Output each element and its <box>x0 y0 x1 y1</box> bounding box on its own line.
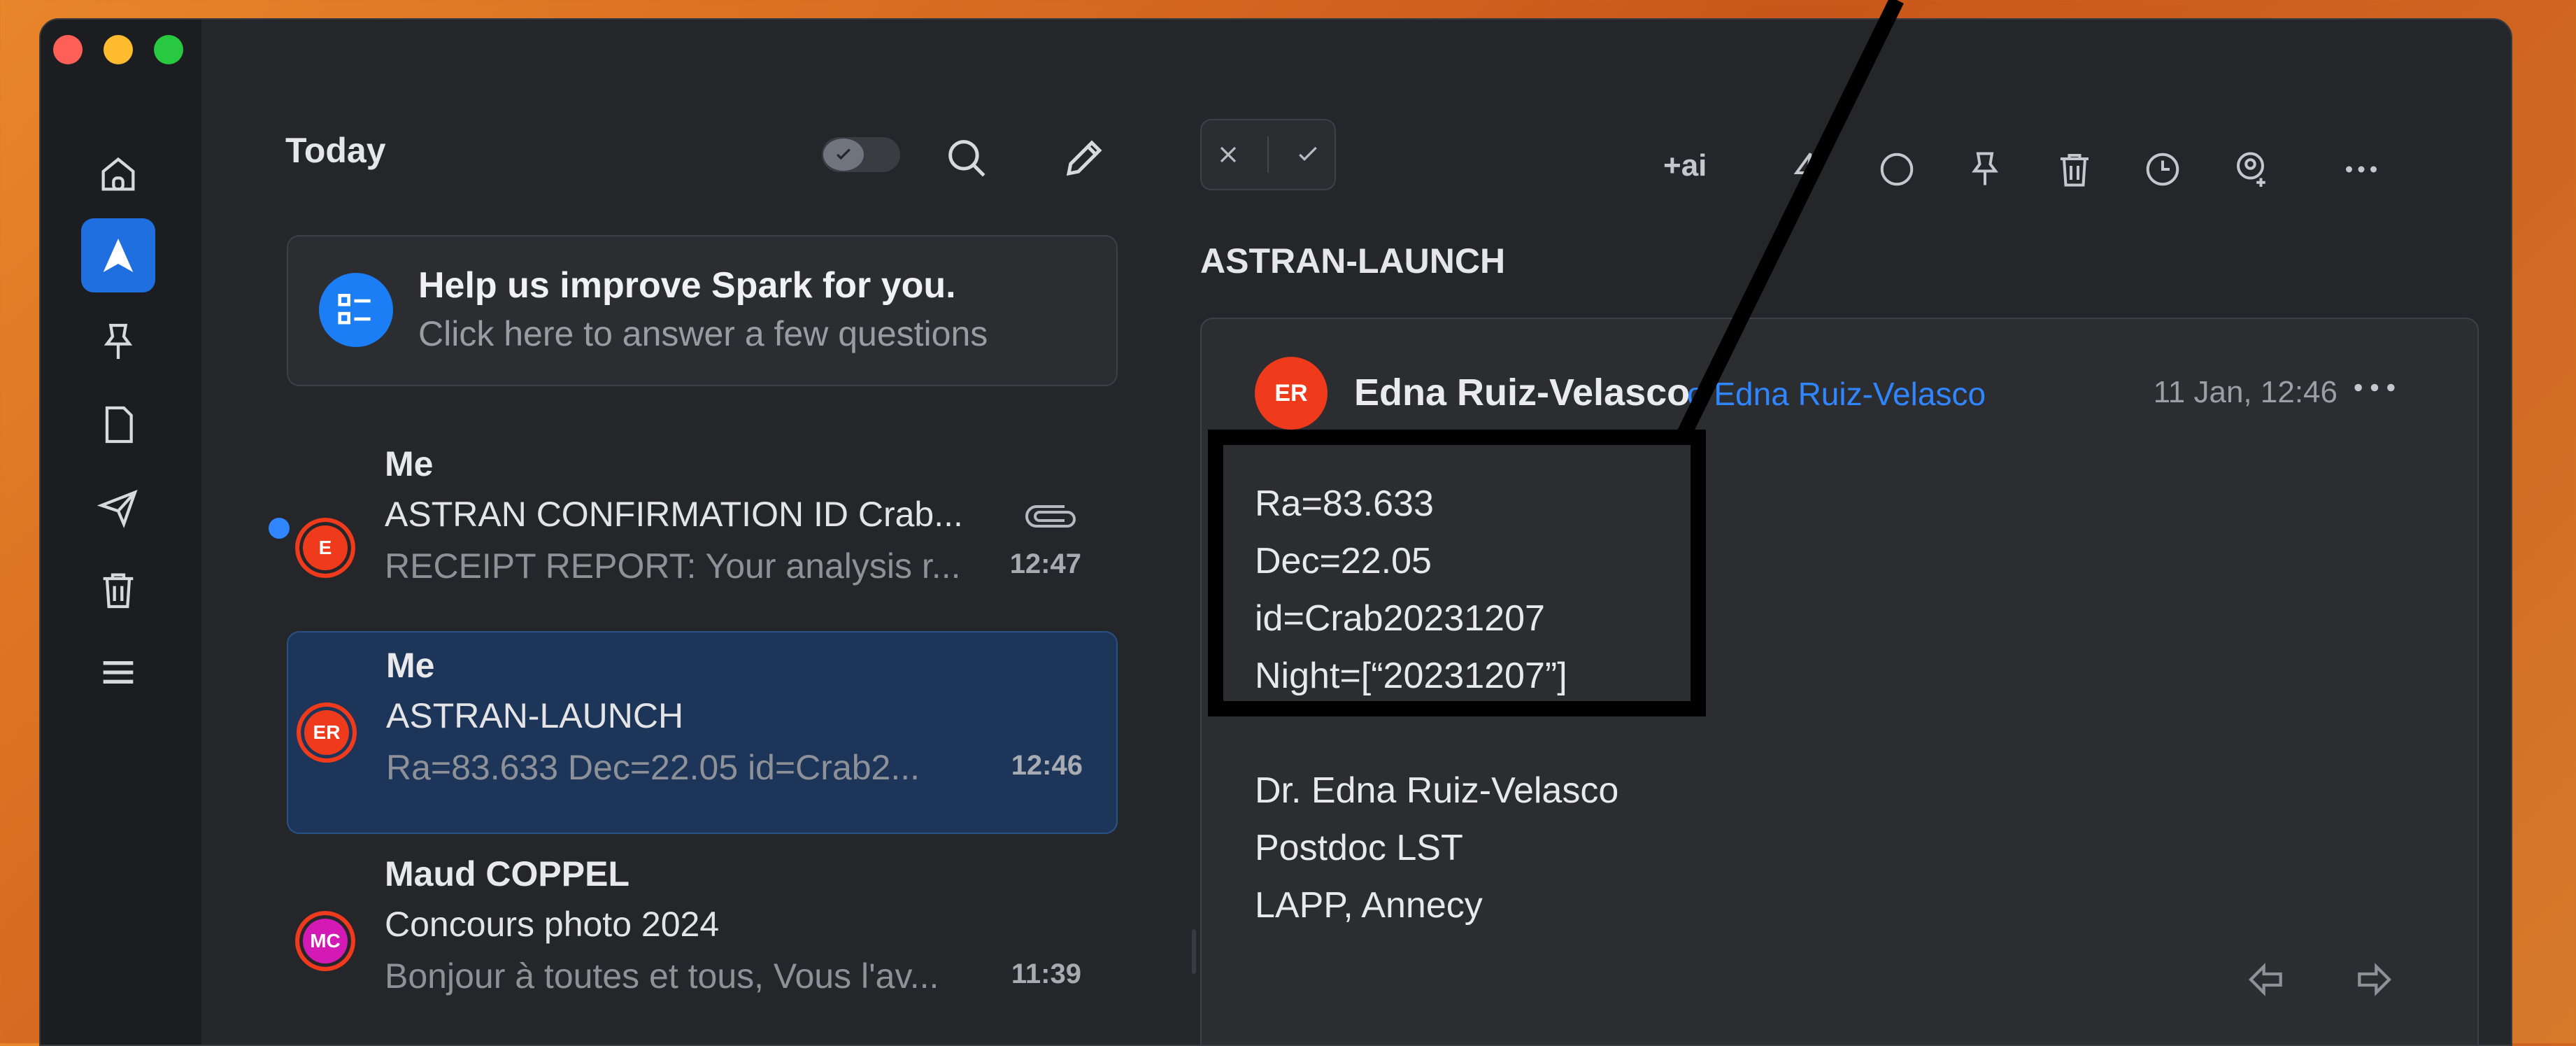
zoom-window-button[interactable] <box>154 35 183 64</box>
circle-icon <box>1880 153 1914 186</box>
paper-plane-icon <box>103 239 134 272</box>
forward-button[interactable] <box>2344 952 2400 1008</box>
promo-title: Help us improve Spark for you. <box>418 265 956 306</box>
list-item[interactable]: E Me ASTRAN CONFIRMATION ID Crab... RECE… <box>269 431 1115 631</box>
recipient-link[interactable]: o Edna Ruiz-Velasco <box>1687 375 1986 413</box>
message-more-icon[interactable] <box>2350 374 2399 402</box>
avatar: ER <box>297 702 357 763</box>
done-toggle[interactable] <box>822 137 900 172</box>
list-item-selected[interactable]: ER Me ASTRAN-LAUNCH Ra=83.633 Dec=22.05 … <box>287 631 1118 834</box>
more-actions-button[interactable] <box>2335 143 2388 196</box>
mark-done-button[interactable] <box>1870 143 1923 196</box>
email-time: 11:39 <box>1011 959 1081 989</box>
unread-dot <box>269 518 290 539</box>
list-item[interactable]: MC Maud COPPEL Concours photo 2024 Bonjo… <box>287 841 1115 1041</box>
message-date: 11 Jan, 12:46 <box>2153 375 2337 409</box>
sidebar-item-menu[interactable] <box>81 635 155 709</box>
feedback-promo-banner[interactable]: Help us improve Spark for you. Click her… <box>287 235 1118 386</box>
search-button[interactable] <box>939 130 995 186</box>
email-sender: Me <box>385 444 434 483</box>
sender-avatar: ER <box>1255 357 1328 430</box>
check-icon[interactable] <box>1294 141 1322 169</box>
home-icon <box>101 157 135 191</box>
pin-icon <box>1972 152 1998 185</box>
clock-icon <box>2146 153 2179 186</box>
smart-action-button[interactable] <box>1782 143 1835 196</box>
pencil-icon <box>1066 140 1102 176</box>
forward-icon <box>2358 963 2392 996</box>
document-icon <box>105 406 133 444</box>
attachment-icon <box>1025 505 1076 528</box>
thread-title: ASTRAN-LAUNCH <box>1200 241 1506 281</box>
email-subject: Concours photo 2024 <box>385 905 720 944</box>
search-icon <box>948 140 985 177</box>
divider <box>1267 136 1269 173</box>
person-add-icon <box>2237 152 2265 187</box>
email-subject: ASTRAN CONFIRMATION ID Crab... <box>385 495 963 534</box>
annotation-highlight-box <box>1208 430 1706 716</box>
compose-button[interactable] <box>1056 130 1112 186</box>
sidebar-item-smart-inbox[interactable] <box>81 218 155 292</box>
sidebar-item-pinned[interactable] <box>81 305 155 379</box>
reply-icon <box>2248 963 2282 996</box>
sidebar-item-home[interactable] <box>81 137 155 211</box>
lightning-icon <box>1793 153 1822 186</box>
message-list-pane: Today Help us improve Spark for you. Cli… <box>201 20 1196 1045</box>
sidebar-item-trash[interactable] <box>81 553 155 627</box>
delete-button[interactable] <box>2048 143 2101 196</box>
trash-icon <box>2061 154 2088 187</box>
ai-button[interactable]: +ai <box>1663 148 1707 183</box>
share-button[interactable] <box>2226 143 2279 196</box>
pin-icon <box>104 323 133 359</box>
trash-icon <box>103 573 134 609</box>
avatar: MC <box>295 911 355 971</box>
email-preview: RECEIPT REPORT: Your analysis r... <box>385 546 961 586</box>
traffic-lights <box>53 35 183 64</box>
avatar: E <box>295 518 355 578</box>
email-time: 12:47 <box>1009 549 1081 579</box>
signature-line: Dr. Edna Ruiz-Velasco <box>1255 770 1619 811</box>
minimize-window-button[interactable] <box>104 35 133 64</box>
snooze-button[interactable] <box>2136 143 2189 196</box>
send-icon <box>97 489 138 528</box>
list-header: Today <box>285 131 386 170</box>
sidebar-item-drafts[interactable] <box>81 388 155 462</box>
email-preview: Ra=83.633 Dec=22.05 id=Crab2... <box>386 748 920 787</box>
reply-button[interactable] <box>2240 952 2296 1008</box>
signature-line: LAPP, Annecy <box>1255 885 1483 926</box>
sender-name[interactable]: Edna Ruiz-Velasco <box>1354 371 1690 414</box>
hamburger-icon <box>103 661 134 684</box>
signature-line: Postdoc LST <box>1255 828 1463 868</box>
checklist-icon <box>319 273 393 347</box>
close-window-button[interactable] <box>53 35 83 64</box>
sidebar-item-sent[interactable] <box>81 470 155 544</box>
email-sender: Maud COPPEL <box>385 854 630 893</box>
email-preview: Bonjour à toutes et tous, Vous l'av... <box>385 956 939 996</box>
email-time: 12:46 <box>1011 750 1083 781</box>
check-icon <box>823 139 864 171</box>
email-subject: ASTRAN-LAUNCH <box>386 696 684 735</box>
sidebar-rail <box>41 20 201 1045</box>
email-sender: Me <box>386 646 435 685</box>
pin-button[interactable] <box>1958 143 2012 196</box>
promo-subtitle: Click here to answer a few questions <box>418 314 988 353</box>
close-icon[interactable] <box>1214 141 1242 169</box>
done-dismiss-control <box>1200 119 1336 190</box>
more-horizontal-icon <box>2346 166 2377 173</box>
